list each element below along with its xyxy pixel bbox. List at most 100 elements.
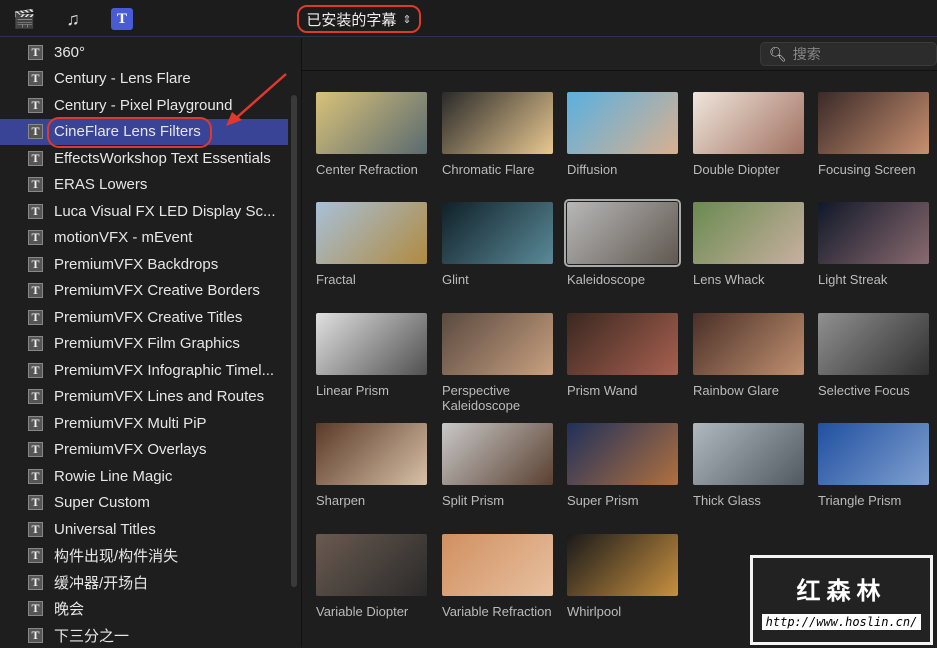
title-thumbnail-item[interactable]: Center Refraction <box>316 92 428 177</box>
sidebar-item-label: ERAS Lowers <box>54 176 148 193</box>
sidebar-item[interactable]: T PremiumVFX Creative Borders <box>0 278 288 304</box>
highlight-annotation <box>47 117 212 148</box>
sidebar-item-label: Universal Titles <box>54 520 156 538</box>
title-icon: T <box>28 468 43 484</box>
sidebar-item-label: PremiumVFX Backdrops <box>54 255 219 273</box>
sidebar-item[interactable]: T 360° <box>0 39 288 65</box>
sidebar-item[interactable]: T Super Custom <box>0 490 288 516</box>
sidebar-item-label: 缓冲器/开场白 <box>54 574 149 592</box>
thumbnail-label: Kaleidoscope <box>567 272 646 287</box>
sidebar-scrollbar[interactable] <box>291 95 297 587</box>
title-icon: T <box>28 495 43 510</box>
thumbnail-label: Rainbow Glare <box>693 383 779 398</box>
thumbnail-image <box>442 313 553 375</box>
sidebar-item-label: Rowie Line Magic <box>54 467 173 485</box>
sidebar-item[interactable]: T PremiumVFX Backdrops <box>0 251 288 277</box>
title-thumbnail-item[interactable]: Fractal <box>316 202 428 287</box>
sidebar-item[interactable]: T Luca Visual FX LED Display Sc... <box>0 198 288 224</box>
sidebar-item[interactable]: T 晚会 <box>0 596 288 622</box>
title-icon: T <box>28 362 43 378</box>
clapper-icon[interactable]: 🎬 <box>13 8 35 30</box>
chevron-updown-icon: ⇕ <box>402 13 412 26</box>
thumbnail-label: Chromatic Flare <box>442 162 535 177</box>
sidebar-item[interactable]: T PremiumVFX Infographic Timel... <box>0 357 288 383</box>
title-thumbnail-item[interactable]: Kaleidoscope <box>564 199 681 287</box>
sidebar-item[interactable]: T PremiumVFX Multi PiP <box>0 410 288 436</box>
title-thumbnail-item[interactable]: Split Prism <box>442 423 554 508</box>
title-icon: T <box>28 150 43 166</box>
title-thumbnail-item[interactable]: Variable Diopter <box>316 534 428 619</box>
sidebar-item[interactable]: T Universal Titles <box>0 516 288 542</box>
search-placeholder: 搜索 <box>792 46 821 62</box>
title-thumbnail-item[interactable]: Linear Prism <box>316 313 428 398</box>
sidebar-item[interactable]: T 缓冲器/开场白 <box>0 569 288 595</box>
dropdown-label: 已安装的字幕 <box>306 11 397 29</box>
thumbnail-image <box>442 423 553 485</box>
thumbnail-label: Split Prism <box>442 493 505 508</box>
title-thumbnail-item[interactable]: Double Diopter <box>693 92 805 177</box>
thumbnail-label: Perspective Kaleidoscope <box>442 383 521 413</box>
sidebar-item[interactable]: T PremiumVFX Creative Titles <box>0 304 288 330</box>
title-icon: T <box>28 521 43 537</box>
sidebar-item[interactable]: T PremiumVFX Film Graphics <box>0 331 288 357</box>
title-icon: T <box>28 203 43 219</box>
title-thumbnail-item[interactable]: Focusing Screen <box>818 92 930 177</box>
thumbnail-label: Double Diopter <box>693 162 780 177</box>
title-thumbnail-item[interactable]: Thick Glass <box>693 423 805 508</box>
sidebar-item[interactable]: T Rowie Line Magic <box>0 463 288 489</box>
top-toolbar: 🎬 ♫ T 已安装的字幕 ⇕ <box>0 0 937 37</box>
sidebar-item[interactable]: T ERAS Lowers <box>0 172 288 198</box>
thumbnail-image <box>818 92 929 154</box>
title-thumbnail-item[interactable]: Variable Refraction <box>442 534 554 619</box>
sidebar-item[interactable]: T 构件出现/构件消失 <box>0 543 288 569</box>
thumbnail-image <box>693 423 804 485</box>
title-thumbnail-item[interactable]: Sharpen <box>316 423 428 508</box>
thumbnail-image <box>567 92 678 154</box>
sidebar-item-label: PremiumVFX Creative Titles <box>54 308 243 326</box>
thumbnail-label: Diffusion <box>567 162 618 177</box>
divider <box>301 38 302 647</box>
title-thumbnail-item[interactable]: Whirlpool <box>567 534 679 619</box>
title-thumbnail-item[interactable]: Lens Whack <box>693 202 805 287</box>
title-thumbnail-item[interactable]: Rainbow Glare <box>693 313 805 398</box>
thumbnail-image <box>693 313 804 375</box>
sidebar-item-label: PremiumVFX Overlays <box>54 441 207 458</box>
thumbnail-image <box>693 202 804 264</box>
music-icon[interactable]: ♫ <box>62 8 84 30</box>
thumbnail-label: Thick Glass <box>693 493 761 508</box>
title-thumbnail-item[interactable]: Triangle Prism <box>818 423 930 508</box>
sidebar-item-label: 晚会 <box>54 601 85 618</box>
thumbnail-image <box>567 313 678 375</box>
thumbnail-image <box>316 423 427 485</box>
thumbnail-label: Variable Diopter <box>316 604 409 619</box>
arrow-annotation <box>226 73 287 126</box>
titles-category-dropdown[interactable]: 已安装的字幕 ⇕ <box>297 5 421 33</box>
search-input[interactable]: 🔍︎ 搜索 <box>760 42 937 66</box>
titles-icon[interactable]: T <box>111 8 133 30</box>
thumbnail-image <box>442 202 553 264</box>
thumbnail-image <box>316 534 427 596</box>
sidebar-item-label: 360° <box>54 43 86 61</box>
title-thumbnail-item[interactable]: Perspective Kaleidoscope <box>442 313 554 413</box>
sidebar-item[interactable]: TmotionVFX - mEvent <box>0 225 288 251</box>
thumbnail-image <box>316 92 427 154</box>
sidebar-item[interactable]: T PremiumVFX Lines and Routes <box>0 384 288 410</box>
title-icon: T <box>28 177 43 192</box>
title-thumbnail-item[interactable]: Super Prism <box>567 423 679 508</box>
title-thumbnail-item[interactable]: Light Streak <box>818 202 930 287</box>
title-thumbnail-item[interactable]: Selective Focus <box>818 313 930 398</box>
thumbnail-image <box>818 202 929 264</box>
thumbnail-label: Glint <box>442 272 469 287</box>
thumbnail-image <box>818 423 929 485</box>
thumbnail-image <box>442 534 553 596</box>
sidebar-item-label: 构件出现/构件消失 <box>54 548 179 565</box>
sidebar-item[interactable]: T PremiumVFX Overlays <box>0 437 288 463</box>
title-thumbnail-item[interactable]: Chromatic Flare <box>442 92 554 177</box>
title-thumbnail-item[interactable]: Diffusion <box>567 92 679 177</box>
thumbnail-image <box>567 423 678 485</box>
title-thumbnail-item[interactable]: Prism Wand <box>567 313 679 398</box>
sidebar-item[interactable]: T 下三分之一 <box>0 622 288 648</box>
title-thumbnail-item[interactable]: Glint <box>442 202 554 287</box>
sidebar-item-label: PremiumVFX Infographic Timel... <box>54 361 275 379</box>
sidebar-item[interactable]: T EffectsWorkshop Text Essentials <box>0 145 288 171</box>
